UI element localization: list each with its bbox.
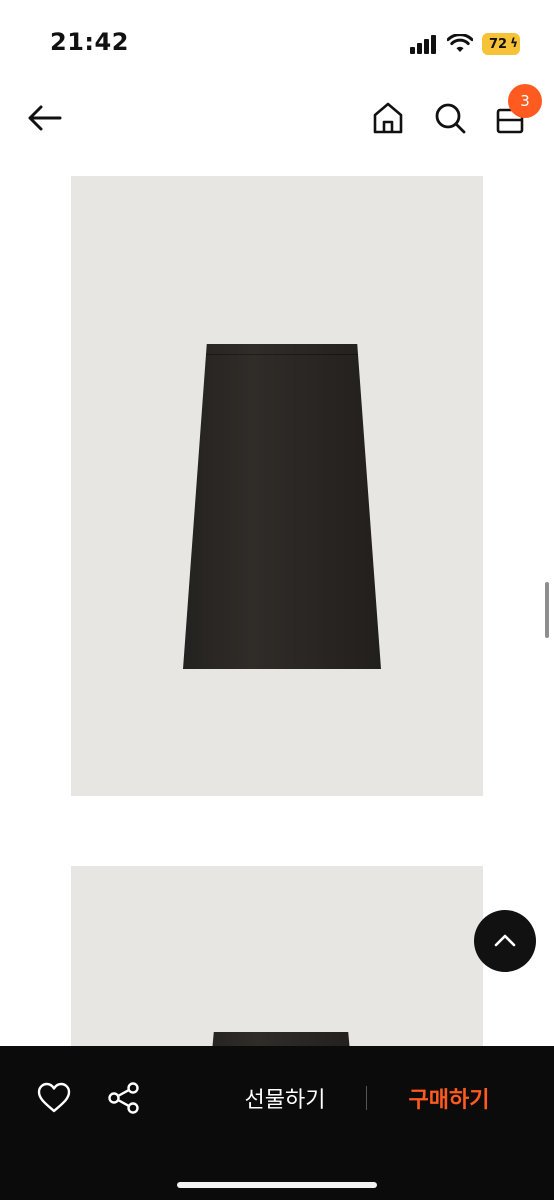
share-icon — [108, 1082, 139, 1114]
gift-button[interactable]: 선물하기 — [222, 1076, 348, 1120]
cart-count-badge: 3 — [508, 84, 542, 118]
home-button[interactable] — [368, 98, 408, 138]
back-arrow-icon — [28, 105, 62, 131]
home-indicator — [177, 1182, 377, 1188]
scroll-to-top-button[interactable] — [474, 910, 536, 972]
waistband — [183, 354, 381, 355]
signal-icon — [410, 34, 438, 54]
wifi-icon — [447, 34, 473, 52]
chevron-up-icon — [494, 934, 516, 947]
home-icon — [373, 102, 403, 134]
skirt-photo — [183, 344, 381, 669]
bar-divider — [366, 1086, 367, 1110]
battery-level: 72 — [488, 36, 508, 52]
charging-bolt-icon: ϟ — [510, 36, 518, 50]
like-button[interactable] — [36, 1080, 72, 1116]
product-image-front[interactable] — [71, 176, 483, 796]
status-icons: 72 ϟ — [410, 32, 520, 56]
top-nav — [0, 88, 554, 148]
heart-icon — [37, 1082, 71, 1113]
bottom-action-bar: 선물하기 구매하기 — [0, 1046, 554, 1200]
battery-icon: 72 ϟ — [482, 33, 520, 55]
search-icon — [435, 103, 466, 134]
share-button[interactable] — [106, 1080, 142, 1116]
buy-button[interactable]: 구매하기 — [386, 1076, 512, 1120]
scroll-indicator[interactable] — [545, 582, 549, 638]
product-detail-screen: 21:42 72 ϟ 3 선물하기 구매하기 — [0, 0, 554, 1200]
status-bar: 21:42 72 ϟ — [0, 0, 554, 80]
back-button[interactable] — [24, 100, 64, 136]
search-button[interactable] — [430, 98, 470, 138]
status-time: 21:42 — [50, 28, 129, 56]
